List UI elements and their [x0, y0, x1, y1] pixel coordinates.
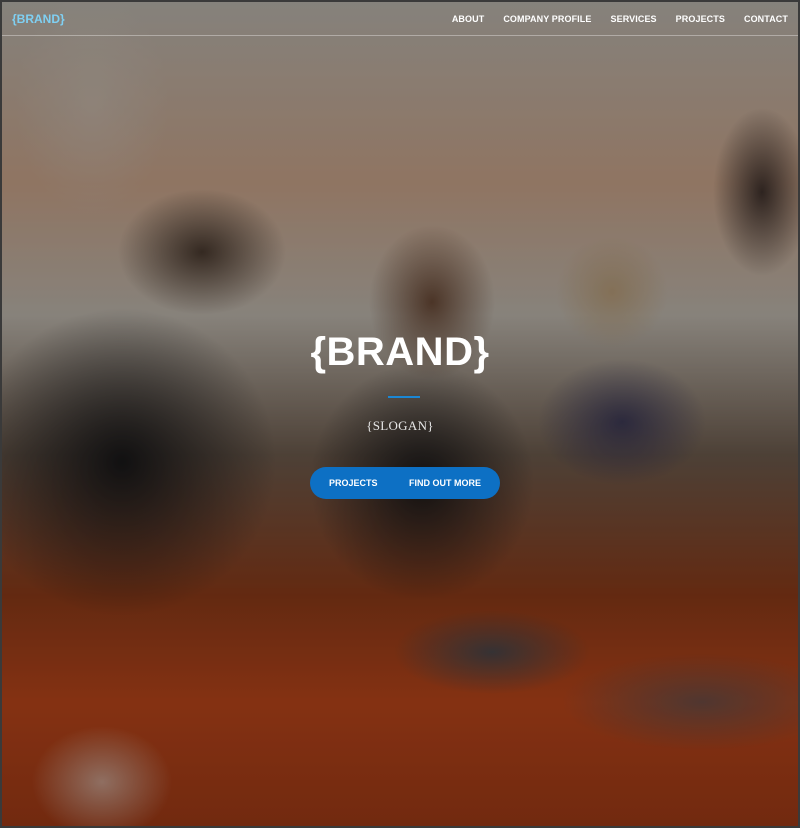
find-out-more-button[interactable]: FIND OUT MORE	[402, 467, 481, 499]
nav-link-projects[interactable]: PROJECTS	[676, 14, 725, 24]
hero-overlay	[2, 2, 798, 826]
nav-link-about[interactable]: ABOUT	[452, 14, 485, 24]
nav-links: ABOUT COMPANY PROFILE SERVICES PROJECTS …	[433, 14, 788, 24]
nav-link-contact[interactable]: CONTACT	[744, 14, 788, 24]
navbar: {BRAND} ABOUT COMPANY PROFILE SERVICES P…	[2, 2, 798, 36]
nav-brand-logo[interactable]: {BRAND}	[12, 12, 65, 26]
hero-divider	[388, 396, 420, 398]
nav-link-company-profile[interactable]: COMPANY PROFILE	[503, 14, 591, 24]
hero-button-group: PROJECTS FIND OUT MORE	[310, 467, 500, 499]
hero-slogan: {SLOGAN}	[366, 418, 434, 433]
hero-title: {BRAND}	[310, 330, 490, 374]
page-frame: {BRAND} ABOUT COMPANY PROFILE SERVICES P…	[0, 0, 800, 828]
nav-link-services[interactable]: SERVICES	[611, 14, 657, 24]
projects-button[interactable]: PROJECTS	[310, 467, 402, 499]
